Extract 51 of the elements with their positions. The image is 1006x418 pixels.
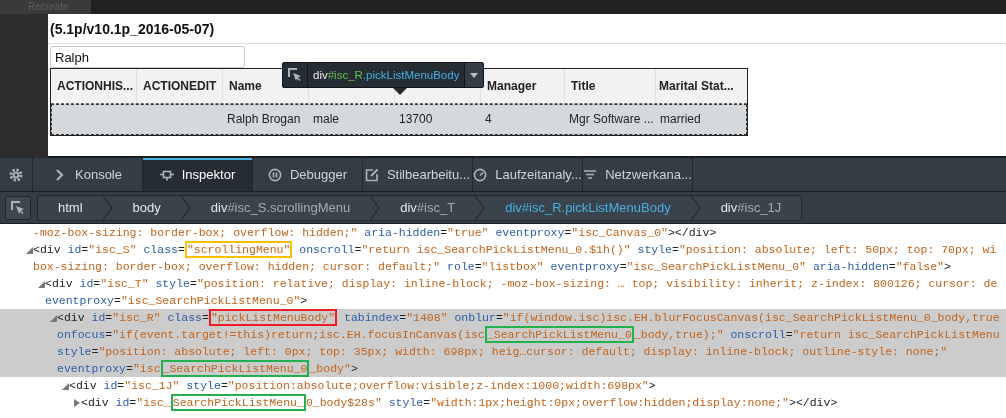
devtools-tab[interactable]: Inspektor (143, 158, 253, 191)
table-cell-text: married (659, 111, 702, 128)
app-title: (5.1p/v10.1p_2016-05-07) (49, 20, 216, 39)
column-header[interactable]: ACTIONHIS... (51, 69, 137, 103)
settings-icon (9, 167, 23, 182)
highlight-box: _SearchPickListMenu_0 (484, 326, 634, 343)
code-line: box-sizing: border-box; overflow: hidden; cursor: default;" role="listbox" eventproxy="isc_SearchPickListMenu_0" aria-hidden="false"> (32, 259, 952, 275)
table-cell-text: 4 (484, 111, 493, 128)
devtools-tab[interactable]: Laufzeitanaly... (473, 158, 583, 191)
expanded-toggle-icon[interactable] (25, 245, 33, 254)
picker-icon (11, 200, 25, 215)
code-line: <div id="isc_S" class= "scrollingMenu" onscroll="return isc_SearchPickListMenu_0.$1h()" style="position: absolute; left: 50px; top: 70px; wi (0, 241, 1006, 258)
breadcrumb[interactable]: div#isc_R.pickListMenuBody (485, 195, 691, 220)
table-cell-text: male (312, 111, 340, 128)
breadcrumb[interactable]: div#isc_1J (700, 195, 802, 220)
pause-icon (267, 167, 282, 182)
highlight-box: "scrollingMenu" (184, 241, 293, 258)
code-line: <div id="isc_1J" style="position:absolute;overflow:visible;z-index:1000;width:698px"> (0, 377, 1006, 394)
picker-icon (288, 68, 302, 82)
column-header[interactable]: Title (565, 69, 656, 103)
table-cell-text: Mgr Software ... (568, 111, 655, 128)
network-icon (583, 167, 598, 182)
breadcrumb[interactable]: body (112, 195, 181, 220)
breadcrumb[interactable]: div#isc_S.scrollingMenu (190, 195, 371, 220)
collapsed-toggle-icon[interactable] (73, 398, 81, 407)
code-line: -moz-box-sizing: border-box; overflow: hidden;" aria-hidden="true" eventproxy="isc_Canvas_0"></div> (32, 225, 718, 241)
devtools-tab[interactable]: Debugger (253, 158, 363, 191)
table-cell-text: 13700 (398, 111, 434, 128)
dropdown-button[interactable] (464, 63, 484, 87)
caret-icon (470, 72, 479, 78)
breadcrumb[interactable]: html (38, 195, 103, 220)
table-cell-text: Ralph Brogan (226, 111, 302, 128)
column-header[interactable]: Marital Stat... (656, 69, 747, 103)
devtools-tab[interactable]: Netzwerkana... (583, 158, 693, 191)
code-line: <div id="isc_ SearchPickListMenu_ 0_body$28s" style="width:1px;height:0px;overflow:hidden;display:none;"></div> (0, 394, 1006, 411)
element-selector: div#isc_R.pickListMenuBody (312, 68, 461, 83)
expanded-toggle-icon[interactable] (49, 313, 57, 322)
expanded-toggle-icon[interactable] (37, 279, 45, 288)
breadcrumb[interactable]: div#isc_T (380, 195, 476, 220)
table-row[interactable]: Ralph Brogan male 13700 4 Mgr Software ... married (51, 104, 747, 135)
code-line: eventproxy="isc_SearchPickListMenu_0"> (44, 293, 309, 309)
highlight-box: SearchPickListMenu_ (170, 394, 306, 411)
column-header[interactable]: ACTIONEDIT (137, 69, 223, 103)
picker-button[interactable] (5, 195, 31, 220)
highlight-box: "pickListMenuBody" (208, 309, 338, 326)
expanded-toggle-icon[interactable] (61, 381, 69, 390)
code-line: <div id="isc_T" style="position: relative; display: inline-block; -moz-box-sizing: … top; visibility: inherit; z-index: 800126; cursor: de (0, 275, 1006, 292)
gauge-icon (473, 167, 488, 182)
search-field[interactable]: Ralph (50, 46, 245, 68)
edit-icon (364, 167, 379, 182)
devtools-tab[interactable]: Stilbearbeitu... (363, 158, 473, 191)
